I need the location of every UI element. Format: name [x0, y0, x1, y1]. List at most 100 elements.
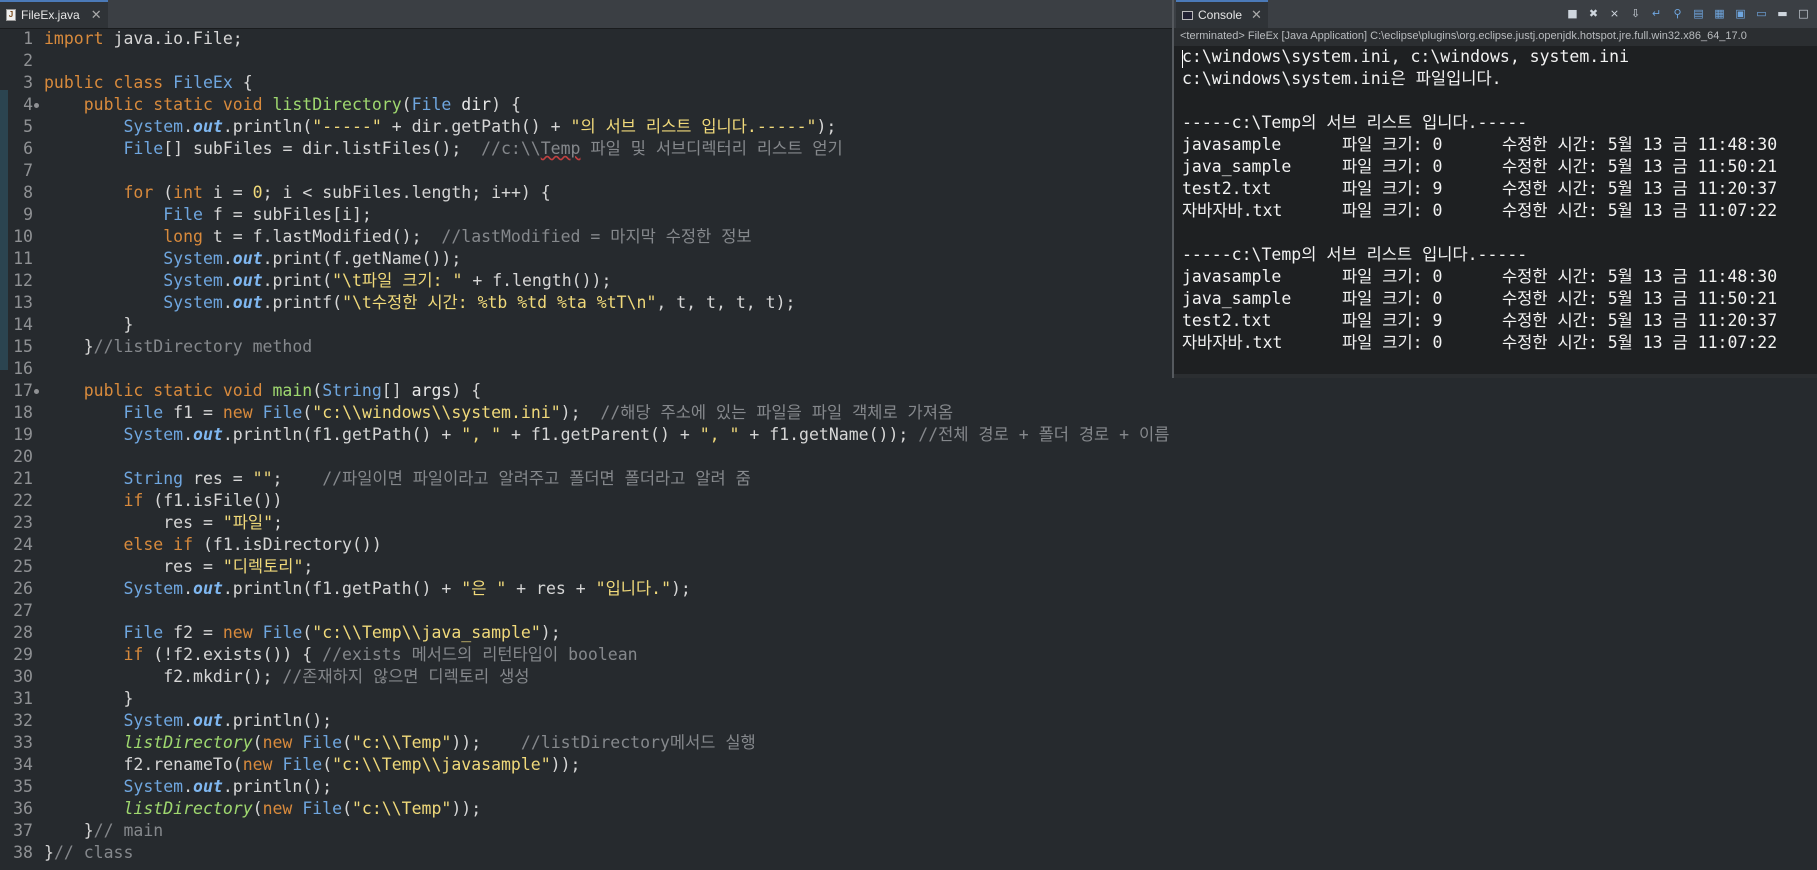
- code-text[interactable]: f2.renameTo(new File("c:\\Temp\\javasamp…: [44, 754, 580, 776]
- code-text[interactable]: String res = ""; //파일이면 파일이라고 알려주고 폴더면 폴…: [44, 468, 750, 490]
- code-text[interactable]: System.out.println(f1.getPath() + ", " +…: [44, 424, 1169, 446]
- code-text[interactable]: File f2 = new File("c:\\Temp\\java_sampl…: [44, 622, 560, 644]
- code-text[interactable]: }: [44, 314, 133, 336]
- code-line[interactable]: 38}// class: [0, 842, 1172, 864]
- code-text[interactable]: }// main: [44, 820, 163, 842]
- remove-all-icon[interactable]: ⨯: [1607, 6, 1622, 20]
- code-line[interactable]: 26 System.out.println(f1.getPath() + "은 …: [0, 578, 1172, 600]
- code-text[interactable]: listDirectory(new File("c:\\Temp"));: [44, 798, 481, 820]
- code-text[interactable]: System.out.println("-----" + dir.getPath…: [44, 116, 836, 138]
- console-line: c:\windows\system.ini, c:\windows, syste…: [1182, 47, 1630, 66]
- tab-fileex-java[interactable]: J FileEx.java ✕: [0, 0, 108, 28]
- terminate-icon[interactable]: ■: [1565, 6, 1580, 20]
- code-text[interactable]: System.out.println();: [44, 710, 332, 732]
- code-line[interactable]: 15 }//listDirectory method: [0, 336, 1172, 358]
- code-line[interactable]: 10 long t = f.lastModified(); //lastModi…: [0, 226, 1172, 248]
- code-text[interactable]: f2.mkdir(); //존재하지 않으면 디렉토리 생성: [44, 666, 529, 688]
- word-wrap-icon[interactable]: ↵: [1649, 6, 1664, 20]
- code-text[interactable]: for (int i = 0; i < subFiles.length; i++…: [44, 182, 550, 204]
- code-line[interactable]: 28 File f2 = new File("c:\\Temp\\java_sa…: [0, 622, 1172, 644]
- code-line[interactable]: 14 }: [0, 314, 1172, 336]
- code-line[interactable]: 6 File[] subFiles = dir.listFiles(); //c…: [0, 138, 1172, 160]
- code-text[interactable]: }: [44, 688, 133, 710]
- code-line[interactable]: 25 res = "디렉토리";: [0, 556, 1172, 578]
- line-number: 35: [13, 777, 33, 796]
- console-output[interactable]: c:\windows\system.ini, c:\windows, syste…: [1174, 46, 1817, 374]
- console-listing-row: java_sample 파일 크기: 0 수정한 시간: 5월 13 금 11:50…: [1174, 156, 1817, 178]
- code-text[interactable]: res = "디렉토리";: [44, 556, 313, 578]
- code-text[interactable]: else if (f1.isDirectory()): [44, 534, 381, 556]
- remove-launch-icon[interactable]: ✖: [1586, 6, 1601, 20]
- code-text[interactable]: System.out.print("\t파일 크기: " + f.length(…: [44, 270, 611, 292]
- code-line[interactable]: 8 for (int i = 0; i < subFiles.length; i…: [0, 182, 1172, 204]
- code-line[interactable]: 19 System.out.println(f1.getPath() + ", …: [0, 424, 1172, 446]
- tab-console[interactable]: Console ✕: [1176, 0, 1268, 28]
- code-line[interactable]: 3 public class FileEx {: [0, 72, 1172, 94]
- code-line[interactable]: 12 System.out.print("\t파일 크기: " + f.leng…: [0, 270, 1172, 292]
- code-lines[interactable]: 1 import java.io.File; 2 3 public class File…: [0, 28, 1172, 864]
- code-text[interactable]: System.out.println();: [44, 776, 332, 798]
- code-line[interactable]: 29 if (!f2.exists()) { //exists 메서드의 리턴타…: [0, 644, 1172, 666]
- code-line[interactable]: 4 public static void listDirectory(File …: [0, 94, 1172, 116]
- code-line[interactable]: 1 import java.io.File;: [0, 28, 1172, 50]
- code-line[interactable]: 20: [0, 446, 1172, 468]
- open-console-icon[interactable]: ▣: [1733, 6, 1748, 20]
- code-line[interactable]: 31 }: [0, 688, 1172, 710]
- code-line[interactable]: 36 listDirectory(new File("c:\\Temp"));: [0, 798, 1172, 820]
- fold-marker-icon[interactable]: [34, 103, 39, 108]
- code-text[interactable]: res = "파일";: [44, 512, 283, 534]
- code-line[interactable]: 23 res = "파일";: [0, 512, 1172, 534]
- fold-marker-icon[interactable]: [34, 389, 39, 394]
- code-line[interactable]: 11 System.out.print(f.getName());: [0, 248, 1172, 270]
- code-line[interactable]: 2: [0, 50, 1172, 72]
- line-number: 2: [23, 51, 33, 70]
- code-text[interactable]: File f = subFiles[i];: [44, 204, 372, 226]
- code-line[interactable]: 5 System.out.println("-----" + dir.getPa…: [0, 116, 1172, 138]
- code-line[interactable]: 24 else if (f1.isDirectory()): [0, 534, 1172, 556]
- code-line[interactable]: 13 System.out.printf("\t수정한 시간: %tb %td …: [0, 292, 1172, 314]
- code-text[interactable]: long t = f.lastModified(); //lastModifie…: [44, 226, 751, 248]
- code-line[interactable]: 34 f2.renameTo(new File("c:\\Temp\\javas…: [0, 754, 1172, 776]
- line-number: 23: [13, 513, 33, 532]
- scroll-lock-icon[interactable]: ⇩: [1628, 6, 1643, 20]
- code-text[interactable]: System.out.printf("\t수정한 시간: %tb %td %ta…: [44, 292, 795, 314]
- code-line[interactable]: 27: [0, 600, 1172, 622]
- display-selected-console-icon[interactable]: ▭: [1754, 6, 1769, 20]
- code-text[interactable]: if (f1.isFile()): [44, 490, 282, 512]
- code-editor[interactable]: J FileEx.java ✕ 1 import java.io.File; 2 3 p…: [0, 0, 1172, 870]
- code-text[interactable]: public static void listDirectory(File di…: [44, 94, 521, 116]
- code-text[interactable]: }//listDirectory method: [44, 336, 312, 358]
- code-line[interactable]: 21 String res = ""; //파일이면 파일이라고 알려주고 폴더…: [0, 468, 1172, 490]
- code-text[interactable]: listDirectory(new File("c:\\Temp")); //l…: [44, 732, 755, 754]
- code-text[interactable]: System.out.println(f1.getPath() + "은 " +…: [44, 578, 690, 600]
- code-text[interactable]: File[] subFiles = dir.listFiles(); //c:\…: [44, 138, 842, 160]
- code-text[interactable]: public static void main(String[] args) {: [44, 380, 481, 402]
- code-line[interactable]: 7: [0, 160, 1172, 182]
- code-line[interactable]: 37 }// main: [0, 820, 1172, 842]
- code-text[interactable]: import java.io.File;: [44, 28, 243, 50]
- close-icon[interactable]: ✕: [1251, 7, 1262, 23]
- code-text[interactable]: if (!f2.exists()) { //exists 메서드의 리턴타입이 …: [44, 644, 637, 666]
- show-stderr-icon[interactable]: ▦: [1712, 6, 1727, 20]
- code-line[interactable]: 33 listDirectory(new File("c:\\Temp")); …: [0, 732, 1172, 754]
- code-line[interactable]: 30 f2.mkdir(); //존재하지 않으면 디렉토리 생성: [0, 666, 1172, 688]
- code-line[interactable]: 32 System.out.println();: [0, 710, 1172, 732]
- code-line[interactable]: 35 System.out.println();: [0, 776, 1172, 798]
- code-line[interactable]: 22 if (f1.isFile()): [0, 490, 1172, 512]
- close-icon[interactable]: ✕: [91, 7, 102, 23]
- console-listing-row: java_sample 파일 크기: 0 수정한 시간: 5월 13 금 11:50…: [1174, 288, 1817, 310]
- modified-time: 수정한 시간: 5월 13 금 11:50:21: [1502, 289, 1778, 308]
- code-line[interactable]: 16: [0, 358, 1172, 380]
- code-line[interactable]: 9 File f = subFiles[i];: [0, 204, 1172, 226]
- code-text[interactable]: File f1 = new File("c:\\windows\\system.…: [44, 402, 953, 424]
- line-number: 21: [13, 469, 33, 488]
- code-line[interactable]: 17 public static void main(String[] args…: [0, 380, 1172, 402]
- code-text[interactable]: }// class: [44, 842, 133, 864]
- code-line[interactable]: 18 File f1 = new File("c:\\windows\\syst…: [0, 402, 1172, 424]
- show-stdout-icon[interactable]: ▤: [1691, 6, 1706, 20]
- maximize-icon[interactable]: □: [1796, 6, 1811, 20]
- pin-console-icon[interactable]: ⚲: [1670, 6, 1685, 20]
- code-text[interactable]: System.out.print(f.getName());: [44, 248, 461, 270]
- minimize-icon[interactable]: ▬: [1775, 6, 1790, 20]
- code-text[interactable]: public class FileEx {: [44, 72, 253, 94]
